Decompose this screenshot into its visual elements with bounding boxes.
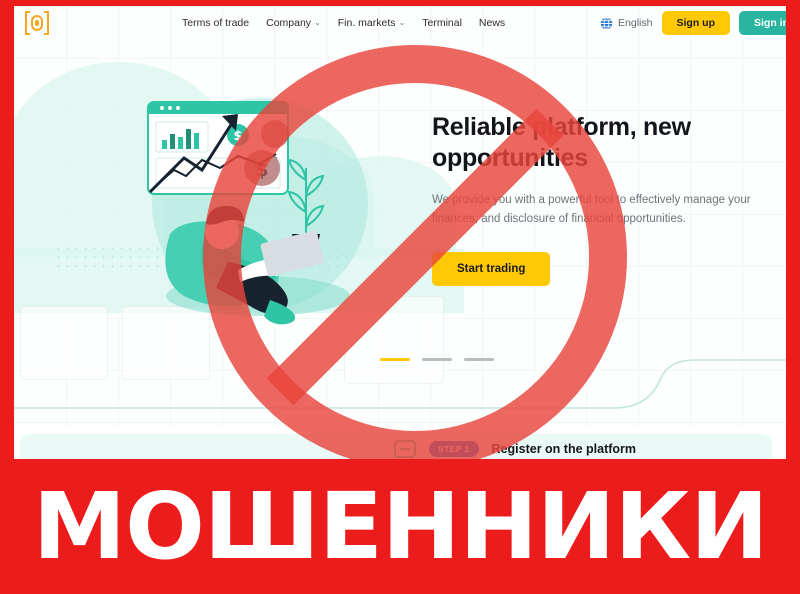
nav-links: Terms of trade Company ⌄ Fin. markets ⌄ … bbox=[182, 17, 505, 29]
scam-warning-banner: МОШЕННИКИ bbox=[0, 459, 800, 594]
scam-warning-text: МОШЕННИКИ bbox=[32, 472, 769, 580]
nav-item-label: Terminal bbox=[422, 17, 462, 29]
carousel-dot-2[interactable] bbox=[422, 358, 452, 361]
step-item-1[interactable]: STEP 1 Register on the platform bbox=[394, 440, 636, 458]
sign-up-button[interactable]: Sign up bbox=[661, 11, 730, 35]
language-label: English bbox=[618, 17, 653, 29]
website-screenshot: Terms of trade Company ⌄ Fin. markets ⌄ … bbox=[14, 6, 786, 459]
warning-frame-left bbox=[0, 0, 14, 462]
carousel-dot-3[interactable] bbox=[464, 358, 494, 361]
svg-text:$: $ bbox=[255, 159, 268, 181]
brand-logo-icon[interactable] bbox=[22, 9, 52, 37]
nav-item-label: Company bbox=[266, 17, 312, 29]
nav-item-terminal[interactable]: Terminal bbox=[422, 17, 462, 29]
document-icon bbox=[394, 440, 416, 458]
top-navigation-bar: Terms of trade Company ⌄ Fin. markets ⌄ … bbox=[14, 6, 786, 40]
language-selector[interactable]: English bbox=[600, 16, 653, 30]
chevron-down-icon: ⌄ bbox=[398, 18, 406, 27]
step-badge: STEP 1 bbox=[429, 441, 479, 457]
nav-item-company[interactable]: Company ⌄ bbox=[266, 17, 321, 29]
nav-item-label: Terms of trade bbox=[182, 17, 250, 29]
carousel-dot-1[interactable] bbox=[380, 358, 410, 361]
start-trading-button[interactable]: Start trading bbox=[432, 252, 551, 287]
nav-item-fin-markets[interactable]: Fin. markets ⌄ bbox=[338, 17, 405, 29]
chevron-down-icon: ⌄ bbox=[314, 18, 321, 27]
hero-title: Reliable platform, new opportunities bbox=[432, 113, 691, 172]
svg-text:$: $ bbox=[233, 129, 242, 144]
globe-icon bbox=[600, 16, 613, 30]
hero-carousel-indicators bbox=[380, 358, 494, 361]
nav-item-terms-of-trade[interactable]: Terms of trade bbox=[182, 17, 249, 29]
hero-subtitle: We provide you with a powerful tool to e… bbox=[432, 194, 751, 225]
step-label: Register on the platform bbox=[491, 442, 637, 456]
trader-on-beanbag-illustration: $ $ bbox=[147, 98, 368, 325]
warning-frame-right bbox=[786, 0, 800, 462]
hero-section: Reliable platform, new opportunities We … bbox=[432, 112, 782, 287]
nav-right-actions: English Sign up Sign in bbox=[600, 11, 786, 35]
nav-item-label: News bbox=[478, 17, 506, 29]
screenshot-root: Terms of trade Company ⌄ Fin. markets ⌄ … bbox=[0, 0, 800, 594]
warning-frame-top bbox=[0, 0, 800, 6]
sign-in-button[interactable]: Sign in bbox=[739, 11, 786, 35]
nav-item-news[interactable]: News bbox=[479, 17, 505, 29]
section-divider-curve bbox=[14, 359, 786, 409]
nav-item-label: Fin. markets bbox=[337, 17, 396, 29]
